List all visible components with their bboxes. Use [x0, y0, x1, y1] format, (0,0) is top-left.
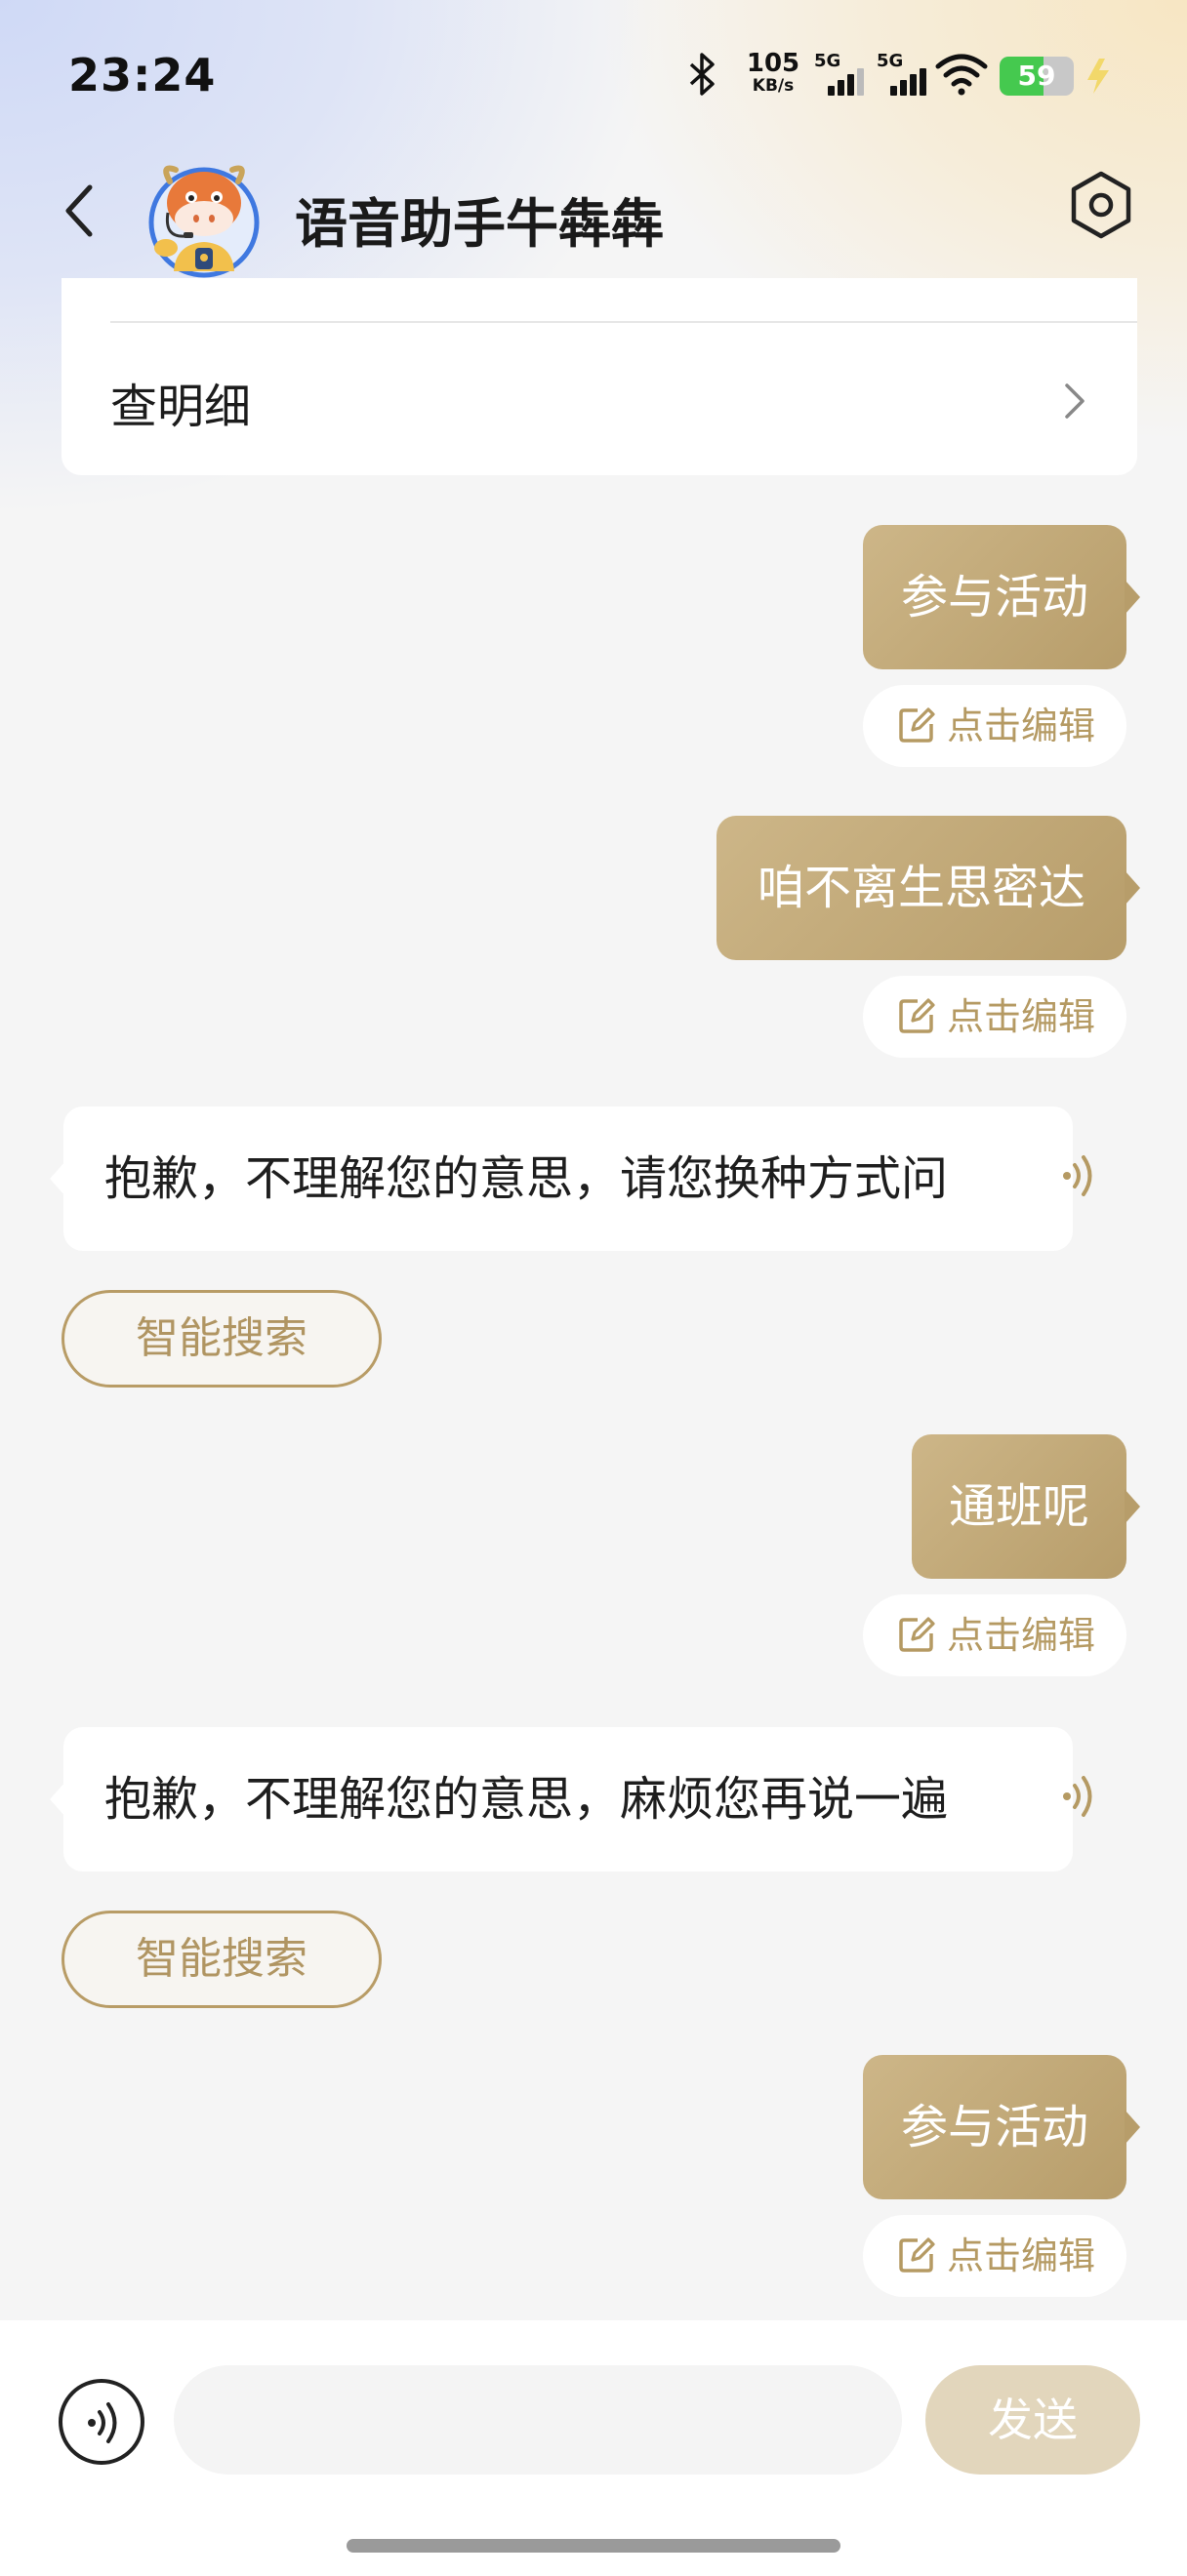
message-input[interactable] [174, 2365, 902, 2475]
user-message-bubble: 咱不离生思密达 [716, 816, 1140, 960]
status-bar: 23:24 105 KB/s 5G 5G 59 [0, 0, 1187, 146]
page-title: 语音助手牛犇犇 [295, 193, 664, 255]
edit-message-label: 点击编辑 [947, 995, 1096, 1038]
detail-card[interactable]: 查明细 [61, 278, 1137, 475]
edit-message-label: 点击编辑 [947, 704, 1096, 747]
smart-search-button[interactable]: 智能搜索 [61, 1911, 382, 2008]
bluetooth-icon [689, 53, 715, 96]
signal-type-label: 5G [877, 51, 904, 71]
edit-message-label: 点击编辑 [947, 2234, 1096, 2277]
home-indicator [347, 2539, 840, 2553]
smart-search-button[interactable]: 智能搜索 [61, 1290, 382, 1388]
edit-message-button[interactable]: 点击编辑 [863, 685, 1126, 767]
user-message-bubble: 参与活动 [863, 525, 1140, 669]
charging-icon [1087, 59, 1109, 94]
assistant-avatar [148, 165, 260, 278]
edit-icon [899, 1617, 935, 1652]
battery-level: 59 [1017, 60, 1056, 92]
edit-message-button[interactable]: 点击编辑 [863, 1594, 1126, 1676]
signal-type-label: 5G [814, 51, 841, 71]
assistant-message-text: 抱歉，不理解您的意思，麻烦您再说一遍 [104, 1772, 949, 1827]
edit-message-label: 点击编辑 [947, 1614, 1096, 1657]
voice-playback-icon[interactable] [1059, 1151, 1098, 1200]
settings-hexagon-icon[interactable] [1066, 168, 1136, 242]
input-bar: 发送 [0, 2320, 1187, 2576]
status-time: 23:24 [68, 49, 217, 101]
user-message-bubble: 参与活动 [863, 2055, 1140, 2199]
edit-icon [899, 2237, 935, 2273]
assistant-message-bubble: 抱歉，不理解您的意思，请您换种方式问 [50, 1107, 1092, 1251]
edit-icon [899, 998, 935, 1033]
chevron-right-icon [1065, 383, 1085, 419]
send-button[interactable]: 发送 [925, 2365, 1140, 2475]
chat-screen: 23:24 105 KB/s 5G 5G 59 语音助手牛犇犇 查明细 参与活动… [0, 0, 1187, 2576]
network-speed: 105 KB/s [744, 51, 802, 96]
user-message-bubble: 通班呢 [912, 1434, 1140, 1579]
assistant-message-bubble: 抱歉，不理解您的意思，麻烦您再说一遍 [50, 1727, 1092, 1872]
network-speed-unit: KB/s [752, 76, 795, 96]
signal-icon: 5G [877, 51, 929, 98]
edit-message-button[interactable]: 点击编辑 [863, 2215, 1126, 2297]
edit-icon [899, 707, 935, 743]
voice-playback-icon[interactable] [1059, 1772, 1098, 1821]
voice-input-button[interactable] [59, 2379, 144, 2465]
card-divider [110, 321, 1137, 323]
voice-wave-icon [88, 2402, 117, 2443]
chat-header: 语音助手牛犇犇 [0, 146, 1187, 278]
network-speed-value: 105 [746, 49, 800, 78]
edit-message-button[interactable]: 点击编辑 [863, 976, 1126, 1058]
wifi-icon [935, 54, 988, 96]
signal-icon: 5G [814, 51, 867, 98]
assistant-message-text: 抱歉，不理解您的意思，请您换种方式问 [104, 1151, 949, 1206]
detail-card-label: 查明细 [110, 380, 252, 434]
battery-icon: 59 [1000, 57, 1074, 96]
back-chevron-icon[interactable] [59, 180, 102, 242]
